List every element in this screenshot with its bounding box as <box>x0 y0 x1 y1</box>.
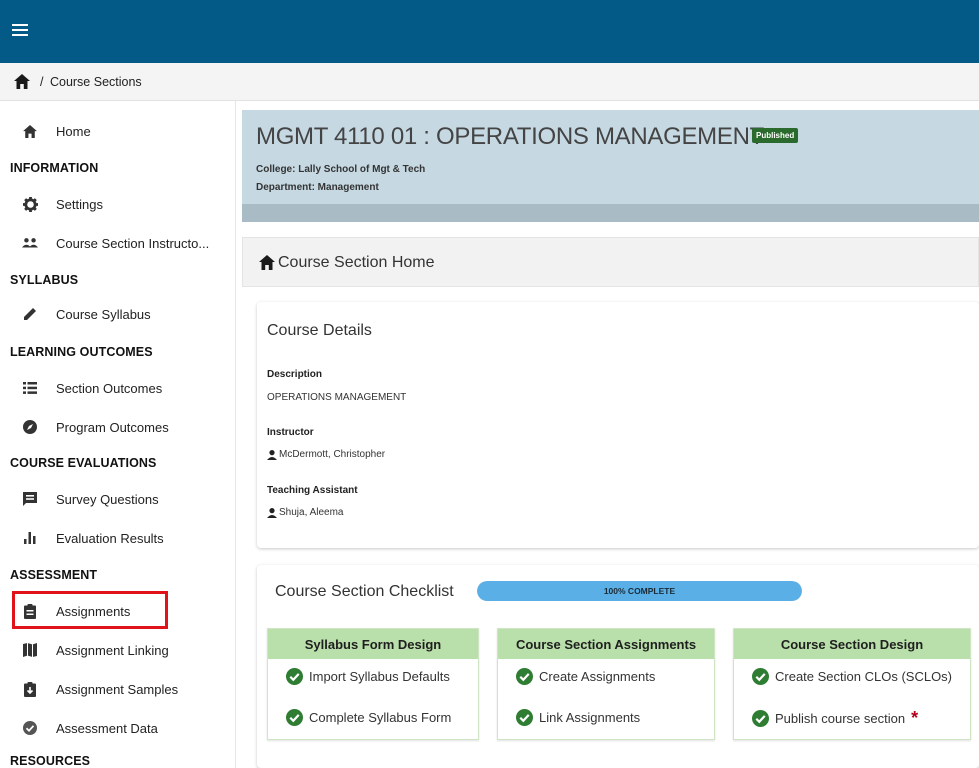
sidebar-section-resources: RESOURCES <box>10 754 91 768</box>
checklist-column-heading: Course Section Design <box>734 629 970 659</box>
check-circle-icon <box>22 720 38 736</box>
home-icon <box>22 123 38 139</box>
sidebar-item-label: Survey Questions <box>56 491 159 507</box>
college-label: College: Lally School of Mgt & Tech <box>256 164 426 175</box>
breadcrumb: / Course Sections <box>0 63 979 101</box>
check-circle-icon <box>752 709 769 727</box>
sidebar-section-syllabus: SYLLABUS <box>10 273 79 287</box>
sidebar-item-evaluation-results[interactable]: Evaluation Results <box>0 523 236 553</box>
course-header: MGMT 4110 01 : OPERATIONS MANAGEMENT Pub… <box>242 110 979 222</box>
checklist-item-label: Import Syllabus Defaults <box>309 669 450 684</box>
instructor-value: McDermott, Christopher <box>267 449 385 460</box>
check-circle-icon <box>516 668 533 685</box>
bar-chart-icon <box>22 530 38 546</box>
sidebar-item-label: Assignment Linking <box>56 642 169 658</box>
check-circle-icon <box>752 668 769 685</box>
comment-box-icon <box>22 491 38 507</box>
compass-icon <box>22 419 38 435</box>
checklist-column-heading: Syllabus Form Design <box>268 629 478 659</box>
sidebar-item-program-outcomes[interactable]: Program Outcomes <box>0 412 236 442</box>
checklist-column-heading: Course Section Assignments <box>498 629 714 659</box>
check-circle-icon <box>516 709 533 726</box>
assignments-highlight-box <box>12 591 168 629</box>
breadcrumb-current[interactable]: Course Sections <box>50 75 142 89</box>
map-icon <box>22 642 38 658</box>
top-app-bar <box>0 0 979 63</box>
sidebar-item-label: Evaluation Results <box>56 530 164 546</box>
sidebar-item-survey-questions[interactable]: Survey Questions <box>0 484 236 514</box>
sidebar: Home INFORMATION Settings Course Section… <box>0 101 236 768</box>
pencil-icon <box>22 306 38 322</box>
sidebar-item-assignment-samples[interactable]: Assignment Samples <box>0 674 236 704</box>
home-icon[interactable] <box>14 74 30 89</box>
page-title: MGMT 4110 01 : OPERATIONS MANAGEMENT <box>256 123 764 150</box>
checklist-item-label: Create Section CLOs (SCLOs) <box>775 669 953 684</box>
people-icon <box>22 235 38 251</box>
course-section-checklist: Course Section Checklist 100% COMPLETE S… <box>257 565 979 768</box>
checklist-item[interactable]: Create Section CLOs (SCLOs) <box>752 668 952 685</box>
department-label: Department: Management <box>256 182 379 193</box>
sidebar-item-label: Course Syllabus <box>56 306 151 322</box>
breadcrumb-text: / Course Sections <box>40 75 142 89</box>
sidebar-item-label: Settings <box>56 196 103 212</box>
hamburger-icon[interactable] <box>12 24 28 37</box>
instructor-label: Instructor <box>267 427 314 438</box>
progress-bar: 100% COMPLETE <box>477 581 802 601</box>
home-icon <box>259 255 275 270</box>
sidebar-section-course-evaluations: COURSE EVALUATIONS <box>10 456 157 470</box>
person-icon <box>267 449 277 460</box>
checklist-item-label: Link Assignments <box>539 710 641 725</box>
description-label: Description <box>267 369 323 380</box>
breadcrumb-separator: / <box>40 75 44 89</box>
sidebar-item-assignment-linking[interactable]: Assignment Linking <box>0 635 236 665</box>
course-details-title: Course Details <box>267 322 372 339</box>
sidebar-item-label: Assignment Samples <box>56 681 179 697</box>
person-icon <box>267 507 277 518</box>
sidebar-item-label: Program Outcomes <box>56 419 169 435</box>
check-circle-icon <box>286 668 303 685</box>
ta-name[interactable]: Shuja, Aleema <box>279 507 344 518</box>
progress-label: 100% COMPLETE <box>603 586 676 596</box>
sidebar-item-label: Course Section Instructo... <box>56 235 210 251</box>
sidebar-item-home[interactable]: Home <box>0 116 236 146</box>
checklist-item-label: Create Assignments <box>539 669 656 684</box>
checklist-item[interactable]: Link Assignments <box>516 709 640 726</box>
checklist-item-label: Publish course section <box>775 710 906 726</box>
required-marker: * <box>911 708 919 728</box>
course-details-card: Course Details Description OPERATIONS MA… <box>257 302 979 548</box>
checklist-item[interactable]: Publish course section * <box>752 709 918 727</box>
checklist-item[interactable]: Import Syllabus Defaults <box>286 668 450 685</box>
section-home-title: Course Section Home <box>278 254 435 271</box>
sidebar-section-learning-outcomes: LEARNING OUTCOMES <box>10 345 153 359</box>
ta-label: Teaching Assistant <box>267 485 358 496</box>
sidebar-section-assessment: ASSESSMENT <box>10 568 98 582</box>
sidebar-item-course-syllabus[interactable]: Course Syllabus <box>0 299 236 329</box>
sidebar-item-label: Assessment Data <box>56 720 158 736</box>
checklist-column-assignments: Course Section Assignments Create Assign… <box>497 628 715 740</box>
check-circle-icon <box>286 709 303 726</box>
ta-value: Shuja, Aleema <box>267 507 344 518</box>
sidebar-item-label: Home <box>56 123 91 139</box>
checklist-title: Course Section Checklist <box>275 583 454 600</box>
instructor-name[interactable]: McDermott, Christopher <box>279 449 385 460</box>
sidebar-item-assessment-data[interactable]: Assessment Data <box>0 713 236 743</box>
gear-icon <box>22 196 38 212</box>
sidebar-item-instructors[interactable]: Course Section Instructo... <box>0 228 236 258</box>
sidebar-section-information: INFORMATION <box>10 161 99 175</box>
checklist-item[interactable]: Complete Syllabus Form <box>286 709 451 726</box>
section-home-bar: Course Section Home <box>242 237 979 287</box>
header-strip <box>242 204 979 222</box>
checklist-item-label: Complete Syllabus Form <box>309 710 452 725</box>
status-badge: Published <box>752 128 799 143</box>
checklist-item[interactable]: Create Assignments <box>516 668 655 685</box>
description-value: OPERATIONS MANAGEMENT <box>267 392 407 403</box>
folder-sample-icon <box>22 681 38 697</box>
sidebar-item-settings[interactable]: Settings <box>0 189 236 219</box>
sidebar-item-section-outcomes[interactable]: Section Outcomes <box>0 373 236 403</box>
sidebar-item-label: Section Outcomes <box>56 380 163 396</box>
checklist-column-design: Course Section Design Create Section CLO… <box>733 628 971 740</box>
list-icon <box>22 380 38 396</box>
checklist-column-syllabus: Syllabus Form Design Import Syllabus Def… <box>267 628 479 740</box>
